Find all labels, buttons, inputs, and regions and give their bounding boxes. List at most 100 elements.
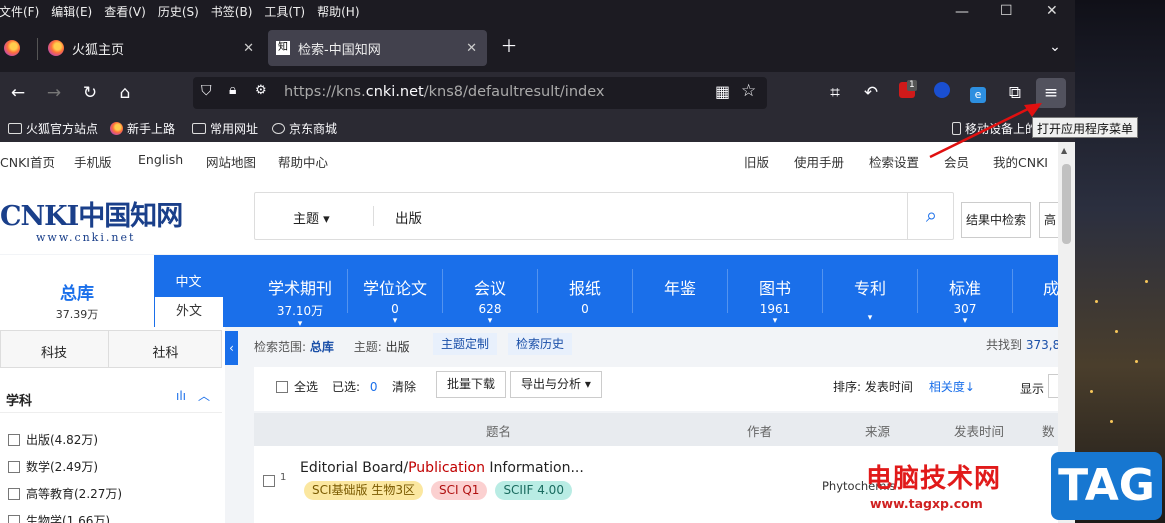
- screenshot-icon[interactable]: ⌗: [823, 82, 847, 104]
- list-tabs-icon[interactable]: ⌄: [1043, 36, 1067, 58]
- firefox-view-button[interactable]: [4, 30, 28, 66]
- bar-chart-icon[interactable]: ılı: [176, 389, 186, 403]
- nav-cnki-home[interactable]: CNKI首页: [0, 152, 55, 171]
- watermark-text: 电脑技术网: [866, 464, 1002, 494]
- facet-subject-title: 学科: [6, 394, 33, 409]
- tab-foreign[interactable]: 外文: [155, 297, 223, 327]
- facet-tab-science[interactable]: 科技: [0, 342, 108, 361]
- search-in-results-button[interactable]: 结果中检索: [961, 202, 1032, 238]
- checkbox[interactable]: [276, 381, 288, 393]
- bookmarks-toolbar: 火狐官方站点 新手上路 常用网址 京东商城 移动设备上的书签: [0, 114, 1075, 142]
- nav-manual[interactable]: 使用手册: [794, 152, 844, 171]
- col-source[interactable]: 来源: [865, 421, 890, 440]
- bookmark-firefox-official[interactable]: 火狐官方站点: [8, 120, 98, 137]
- nav-search-settings[interactable]: 检索设置: [869, 152, 919, 171]
- tracking-shield-icon[interactable]: ⛉: [201, 83, 212, 99]
- col-author[interactable]: 作者: [747, 421, 772, 440]
- search-icon[interactable]: ⌕: [907, 193, 955, 239]
- close-tab-icon[interactable]: ✕: [466, 41, 477, 56]
- permissions-icon[interactable]: ⚙: [255, 83, 267, 98]
- search-input[interactable]: 出版: [395, 207, 895, 227]
- collapse-panel-icon[interactable]: ‹: [225, 331, 238, 365]
- sort-by-relevance[interactable]: 相关度↓: [929, 380, 975, 394]
- new-tab-icon[interactable]: ＋: [497, 36, 521, 58]
- scrollbar-thumb[interactable]: [1062, 164, 1071, 244]
- tab-books[interactable]: 图书 1961 ▾: [728, 255, 822, 327]
- bookmark-jd-mall[interactable]: 京东商城: [272, 120, 337, 137]
- checkbox[interactable]: [8, 515, 20, 523]
- maximize-icon[interactable]: ☐: [1000, 3, 1013, 19]
- chevron-up-icon[interactable]: ︿: [198, 387, 210, 404]
- clear-selection-link[interactable]: 清除: [392, 378, 416, 395]
- checkbox[interactable]: [8, 488, 20, 500]
- qr-code-icon[interactable]: ▦: [715, 82, 730, 101]
- menu-file[interactable]: 文件(F): [0, 3, 39, 20]
- cnki-logo[interactable]: CNKI中国知网 www.cnki.net: [0, 194, 183, 244]
- display-count-label[interactable]: 显示: [1020, 380, 1044, 397]
- url-bar[interactable]: ⛉ 🔒︎ ⚙ https://kns.cnki.net/kns8/default…: [193, 77, 767, 109]
- topic-custom-button[interactable]: 主题定制: [433, 333, 498, 355]
- nav-help[interactable]: 帮助中心: [278, 152, 328, 171]
- tab-theses[interactable]: 学位论文 0 ▾: [348, 255, 442, 327]
- sort-by-date[interactable]: 发表时间: [865, 380, 913, 394]
- col-database[interactable]: 数: [1042, 421, 1055, 440]
- select-all[interactable]: 全选: [276, 378, 318, 395]
- tab-conferences[interactable]: 会议 628 ▾: [443, 255, 537, 327]
- batch-download-button[interactable]: 批量下载: [436, 371, 507, 398]
- tag-sciif: SCIIF 4.00: [495, 481, 572, 500]
- menu-edit[interactable]: 编辑(E): [51, 3, 92, 20]
- tag-sci-q1: SCI Q1: [431, 481, 488, 500]
- nav-sitemap[interactable]: 网站地图: [206, 152, 256, 171]
- undo-extension-icon[interactable]: ↶: [859, 82, 883, 104]
- col-title[interactable]: 题名: [486, 421, 511, 440]
- forward-icon[interactable]: →: [42, 82, 66, 104]
- menu-tools[interactable]: 工具(T): [264, 3, 305, 20]
- tab-yearbooks[interactable]: 年鉴: [633, 255, 727, 327]
- search-history-button[interactable]: 检索历史: [508, 333, 573, 355]
- nav-english[interactable]: English: [138, 152, 183, 167]
- col-date[interactable]: 发表时间: [954, 421, 1004, 440]
- tab-cnki-search[interactable]: 知 检索-中国知网 ✕: [268, 30, 487, 66]
- search-scope: 检索范围: 总库 主题: 出版: [254, 340, 410, 354]
- export-analysis-button[interactable]: 导出与分析 ▾: [510, 371, 602, 398]
- bookmark-common-sites[interactable]: 常用网址: [192, 120, 258, 137]
- row-checkbox[interactable]: [263, 475, 275, 487]
- minimize-icon[interactable]: —: [955, 4, 969, 20]
- reload-icon[interactable]: ↻: [78, 82, 102, 104]
- tab-chinese[interactable]: 中文: [155, 271, 222, 290]
- nav-old-version[interactable]: 旧版: [744, 152, 769, 171]
- row-title-link[interactable]: Editorial Board/Publication Information.…: [300, 460, 584, 476]
- menu-history[interactable]: 历史(S): [158, 3, 199, 20]
- tab-newspapers[interactable]: 报纸 0: [538, 255, 632, 327]
- tab-patents[interactable]: 专利 ▾: [823, 255, 917, 327]
- tab-achievements[interactable]: 成: [1013, 255, 1058, 327]
- row-tags: SCI基础版 生物3区 SCI Q1 SCIIF 4.00: [304, 481, 580, 500]
- menu-bookmarks[interactable]: 书签(B): [211, 3, 253, 20]
- tab-journals[interactable]: 学术期刊 37.10万 ▾: [253, 255, 347, 329]
- menu-help[interactable]: 帮助(H): [317, 3, 359, 20]
- search-box: 主题 ▾ 出版 ⌕: [254, 192, 954, 240]
- back-icon[interactable]: ←: [6, 82, 30, 104]
- facet-item[interactable]: 高等教育(2.27万): [8, 485, 122, 502]
- tab-standards[interactable]: 标准 307 ▾: [918, 255, 1012, 327]
- facet-tab-social-science[interactable]: 社科: [109, 342, 222, 361]
- checkbox[interactable]: [8, 461, 20, 473]
- search-field-select[interactable]: 主题 ▾: [293, 208, 330, 227]
- facet-item[interactable]: 数学(2.49万): [8, 458, 98, 475]
- bookmark-star-icon[interactable]: ☆: [741, 81, 756, 101]
- ublock-extension-icon[interactable]: 1: [895, 80, 919, 104]
- menu-view[interactable]: 查看(V): [104, 3, 146, 20]
- tab-total-library[interactable]: 总库 37.39万: [0, 255, 154, 327]
- menu-bar: 文件(F) 编辑(E) 查看(V) 历史(S) 书签(B) 工具(T) 帮助(H…: [0, 0, 1075, 22]
- close-tab-icon[interactable]: ✕: [243, 41, 254, 56]
- tab-firefox-home[interactable]: 火狐主页 ✕: [40, 30, 264, 66]
- home-icon[interactable]: ⌂: [113, 82, 137, 104]
- facet-item[interactable]: 生物学(1.66万): [8, 512, 110, 523]
- bookmark-getting-started[interactable]: 新手上路: [110, 120, 175, 137]
- lock-icon[interactable]: 🔒︎: [229, 82, 236, 98]
- sort-options: 排序: 发表时间 相关度↓: [833, 380, 975, 394]
- nav-mobile[interactable]: 手机版: [74, 152, 112, 171]
- checkbox[interactable]: [8, 434, 20, 446]
- facet-item[interactable]: 出版(4.82万): [8, 431, 98, 448]
- close-window-icon[interactable]: ✕: [1046, 3, 1058, 19]
